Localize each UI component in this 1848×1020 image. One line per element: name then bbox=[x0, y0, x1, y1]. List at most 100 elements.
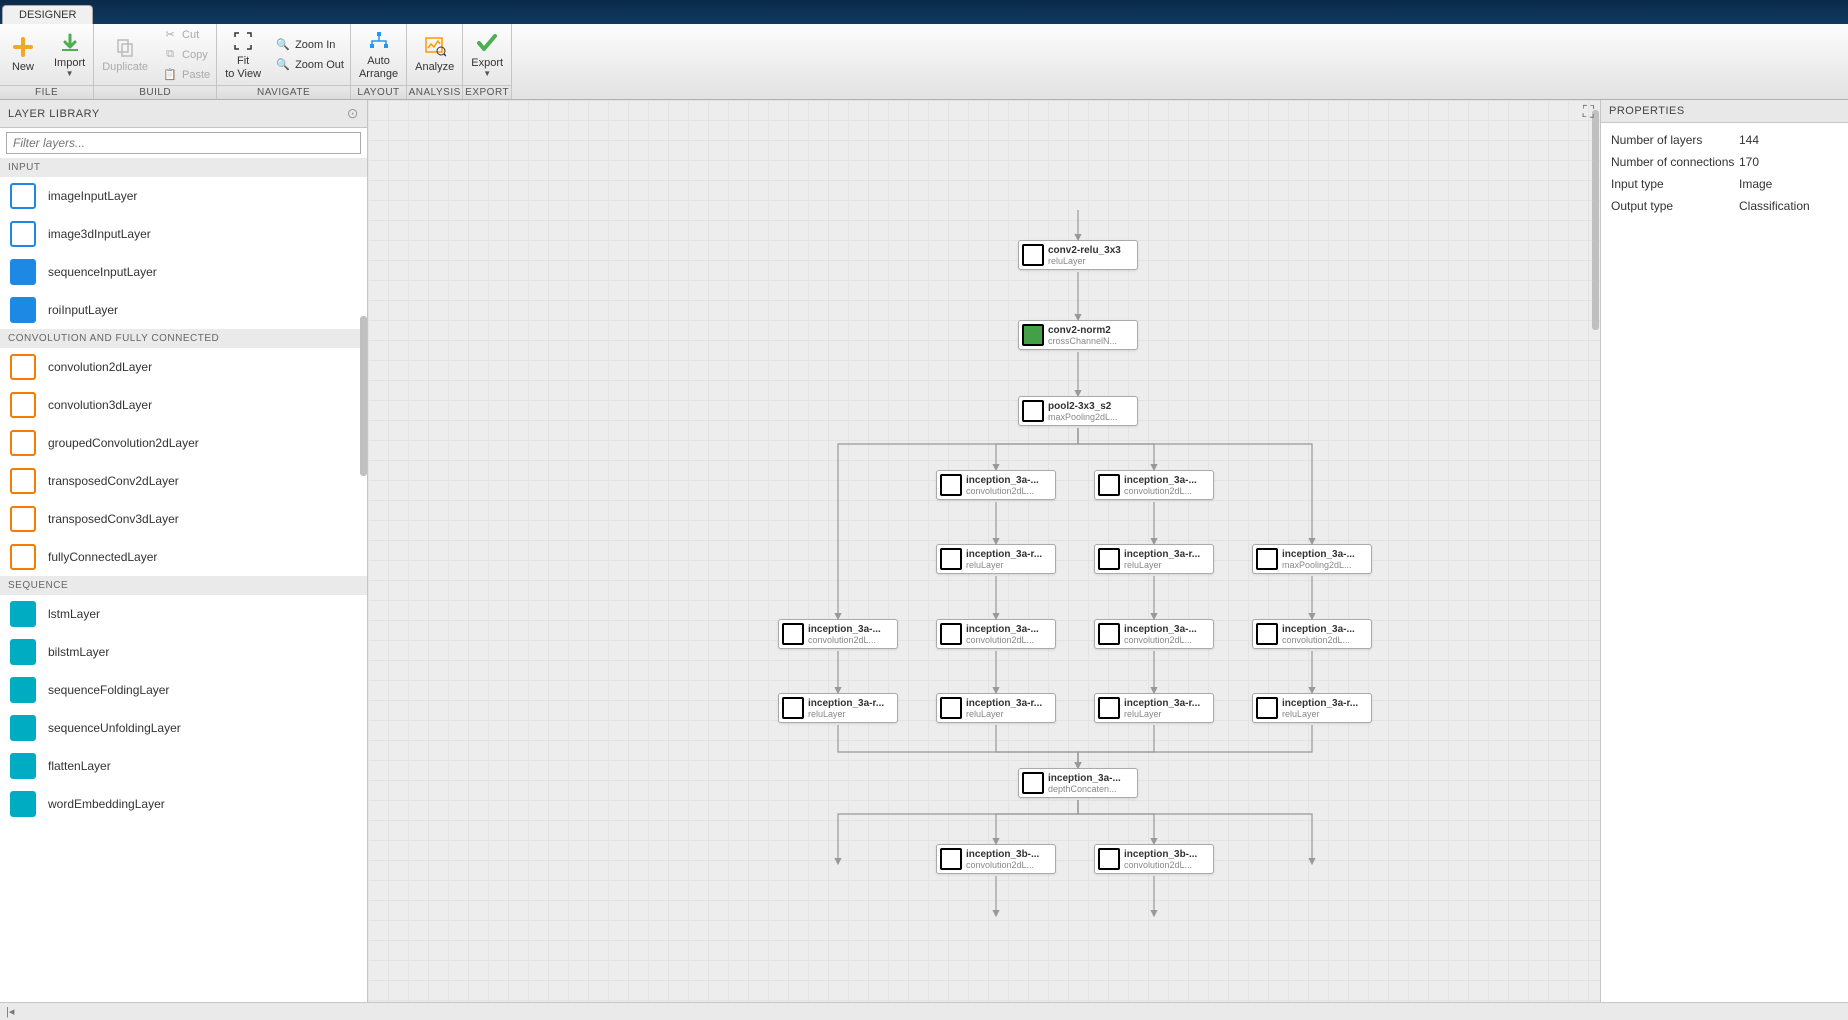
layer-item[interactable]: flattenLayer bbox=[0, 747, 367, 785]
node-title: inception_3a-... bbox=[808, 624, 881, 635]
graph-node[interactable]: inception_3a-...convolution2dL... bbox=[1094, 470, 1214, 500]
layer-item-label: roiInputLayer bbox=[48, 303, 118, 317]
layer-item[interactable]: sequenceFoldingLayer bbox=[0, 671, 367, 709]
export-button[interactable]: Export ▼ bbox=[463, 29, 511, 80]
layer-icon bbox=[10, 639, 36, 665]
layer-icon bbox=[10, 468, 36, 494]
filter-layers-input[interactable] bbox=[6, 132, 361, 154]
layer-item[interactable]: roiInputLayer bbox=[0, 291, 367, 329]
scrollbar-thumb[interactable] bbox=[1592, 110, 1599, 330]
zoom-in-button[interactable]: 🔍Zoom In bbox=[275, 35, 344, 55]
node-subtitle: convolution2dL... bbox=[966, 635, 1039, 645]
node-title: inception_3a-r... bbox=[808, 698, 884, 709]
property-row: Output typeClassification bbox=[1611, 195, 1838, 217]
node-subtitle: convolution2dL... bbox=[966, 486, 1039, 496]
graph-node[interactable]: inception_3a-...convolution2dL... bbox=[778, 619, 898, 649]
graph-node[interactable]: inception_3a-...convolution2dL... bbox=[1252, 619, 1372, 649]
group-layout-label: LAYOUT bbox=[351, 85, 406, 99]
group-build-label: BUILD bbox=[94, 85, 216, 99]
layer-item[interactable]: lstmLayer bbox=[0, 595, 367, 633]
analyze-button[interactable]: Analyze bbox=[407, 33, 462, 75]
graph-node[interactable]: inception_3a-r...reluLayer bbox=[936, 693, 1056, 723]
layer-item-label: convolution2dLayer bbox=[48, 360, 152, 374]
cut-button: ✂Cut bbox=[162, 25, 210, 45]
category-header: CONVOLUTION AND FULLY CONNECTED bbox=[0, 329, 367, 348]
scissors-icon: ✂ bbox=[162, 27, 178, 43]
layer-icon bbox=[10, 430, 36, 456]
zoom-out-icon: 🔍 bbox=[275, 57, 291, 73]
new-button[interactable]: New bbox=[0, 33, 46, 75]
copy-icon: ⧉ bbox=[162, 47, 178, 63]
layer-item-label: sequenceFoldingLayer bbox=[48, 683, 169, 697]
layer-item[interactable]: transposedConv3dLayer bbox=[0, 500, 367, 538]
group-analysis-label: ANALYSIS bbox=[407, 85, 462, 99]
tab-designer[interactable]: DESIGNER bbox=[2, 5, 93, 24]
node-subtitle: reluLayer bbox=[966, 560, 1042, 570]
layer-item[interactable]: transposedConv2dLayer bbox=[0, 462, 367, 500]
graph-node[interactable]: inception_3a-r...reluLayer bbox=[778, 693, 898, 723]
graph-node[interactable]: inception_3a-...convolution2dL... bbox=[936, 619, 1056, 649]
graph-node[interactable]: inception_3a-r...reluLayer bbox=[936, 544, 1056, 574]
node-icon bbox=[1022, 400, 1044, 422]
analyze-icon bbox=[423, 35, 447, 59]
layer-item[interactable]: sequenceInputLayer bbox=[0, 253, 367, 291]
layer-item[interactable]: groupedConvolution2dLayer bbox=[0, 424, 367, 462]
node-title: conv2-relu_3x3 bbox=[1048, 245, 1121, 256]
layer-item[interactable]: sequenceUnfoldingLayer bbox=[0, 709, 367, 747]
node-icon bbox=[940, 623, 962, 645]
property-key: Number of connections bbox=[1611, 155, 1739, 169]
layer-icon bbox=[10, 791, 36, 817]
layer-item[interactable]: convolution3dLayer bbox=[0, 386, 367, 424]
layer-item[interactable]: fullyConnectedLayer bbox=[0, 538, 367, 576]
graph-node[interactable]: inception_3b-...convolution2dL... bbox=[936, 844, 1056, 874]
graph-node[interactable]: conv2-norm2crossChannelN... bbox=[1018, 320, 1138, 350]
graph-node[interactable]: inception_3a-r...reluLayer bbox=[1094, 693, 1214, 723]
layer-icon bbox=[10, 354, 36, 380]
layer-item-label: transposedConv2dLayer bbox=[48, 474, 179, 488]
node-title: inception_3b-... bbox=[966, 849, 1039, 860]
layer-item[interactable]: convolution2dLayer bbox=[0, 348, 367, 386]
properties-title: PROPERTIES bbox=[1601, 100, 1848, 123]
fullscreen-icon[interactable]: ⛶ bbox=[1583, 104, 1594, 122]
node-subtitle: convolution2dL... bbox=[808, 635, 881, 645]
node-title: inception_3a-r... bbox=[1282, 698, 1358, 709]
layer-item[interactable]: imageInputLayer bbox=[0, 177, 367, 215]
node-icon bbox=[1098, 548, 1120, 570]
node-subtitle: maxPooling2dL... bbox=[1282, 560, 1355, 570]
arrange-icon bbox=[367, 29, 391, 53]
node-icon bbox=[1022, 772, 1044, 794]
node-title: inception_3a-r... bbox=[966, 549, 1042, 560]
layer-item[interactable]: wordEmbeddingLayer bbox=[0, 785, 367, 823]
graph-node[interactable]: inception_3a-r...reluLayer bbox=[1252, 693, 1372, 723]
fit-to-view-button[interactable]: Fit to View bbox=[217, 27, 269, 81]
layer-item-label: sequenceInputLayer bbox=[48, 265, 157, 279]
layer-item[interactable]: bilstmLayer bbox=[0, 633, 367, 671]
graph-node[interactable]: inception_3a-...depthConcaten... bbox=[1018, 768, 1138, 798]
paste-icon: 📋 bbox=[162, 67, 178, 83]
graph-node[interactable]: inception_3a-...convolution2dL... bbox=[936, 470, 1056, 500]
layer-item-label: lstmLayer bbox=[48, 607, 100, 621]
layer-icon bbox=[10, 544, 36, 570]
import-button[interactable]: Import ▼ bbox=[46, 29, 93, 80]
graph-node[interactable]: inception_3b-...convolution2dL... bbox=[1094, 844, 1214, 874]
graph-node[interactable]: inception_3a-r...reluLayer bbox=[1094, 544, 1214, 574]
graph-node[interactable]: inception_3a-...convolution2dL... bbox=[1094, 619, 1214, 649]
node-subtitle: convolution2dL... bbox=[1124, 860, 1197, 870]
layer-list[interactable]: INPUTimageInputLayerimage3dInputLayer seq… bbox=[0, 158, 367, 1002]
toolstrip: New Import ▼ FILE Duplicate ✂Cut ⧉Copy bbox=[0, 24, 1848, 100]
collapse-icon[interactable]: |◂ bbox=[6, 1005, 14, 1018]
close-icon[interactable]: ⊙ bbox=[347, 105, 359, 122]
graph-node[interactable]: pool2-3x3_s2maxPooling2dL... bbox=[1018, 396, 1138, 426]
category-header: INPUT bbox=[0, 158, 367, 177]
graph-node[interactable]: inception_3a-...maxPooling2dL... bbox=[1252, 544, 1372, 574]
zoom-out-button[interactable]: 🔍Zoom Out bbox=[275, 55, 344, 75]
scrollbar-thumb[interactable] bbox=[360, 316, 367, 476]
node-icon bbox=[782, 623, 804, 645]
auto-arrange-button[interactable]: Auto Arrange bbox=[351, 27, 406, 81]
node-subtitle: crossChannelN... bbox=[1048, 336, 1117, 346]
property-value: Image bbox=[1739, 177, 1772, 191]
design-canvas[interactable]: ⛶ conv2-relu_3x3reluLayerconv2-norm2cros… bbox=[368, 100, 1600, 1002]
property-key: Input type bbox=[1611, 177, 1739, 191]
graph-node[interactable]: conv2-relu_3x3reluLayer bbox=[1018, 240, 1138, 270]
layer-item[interactable]: image3dInputLayer bbox=[0, 215, 367, 253]
